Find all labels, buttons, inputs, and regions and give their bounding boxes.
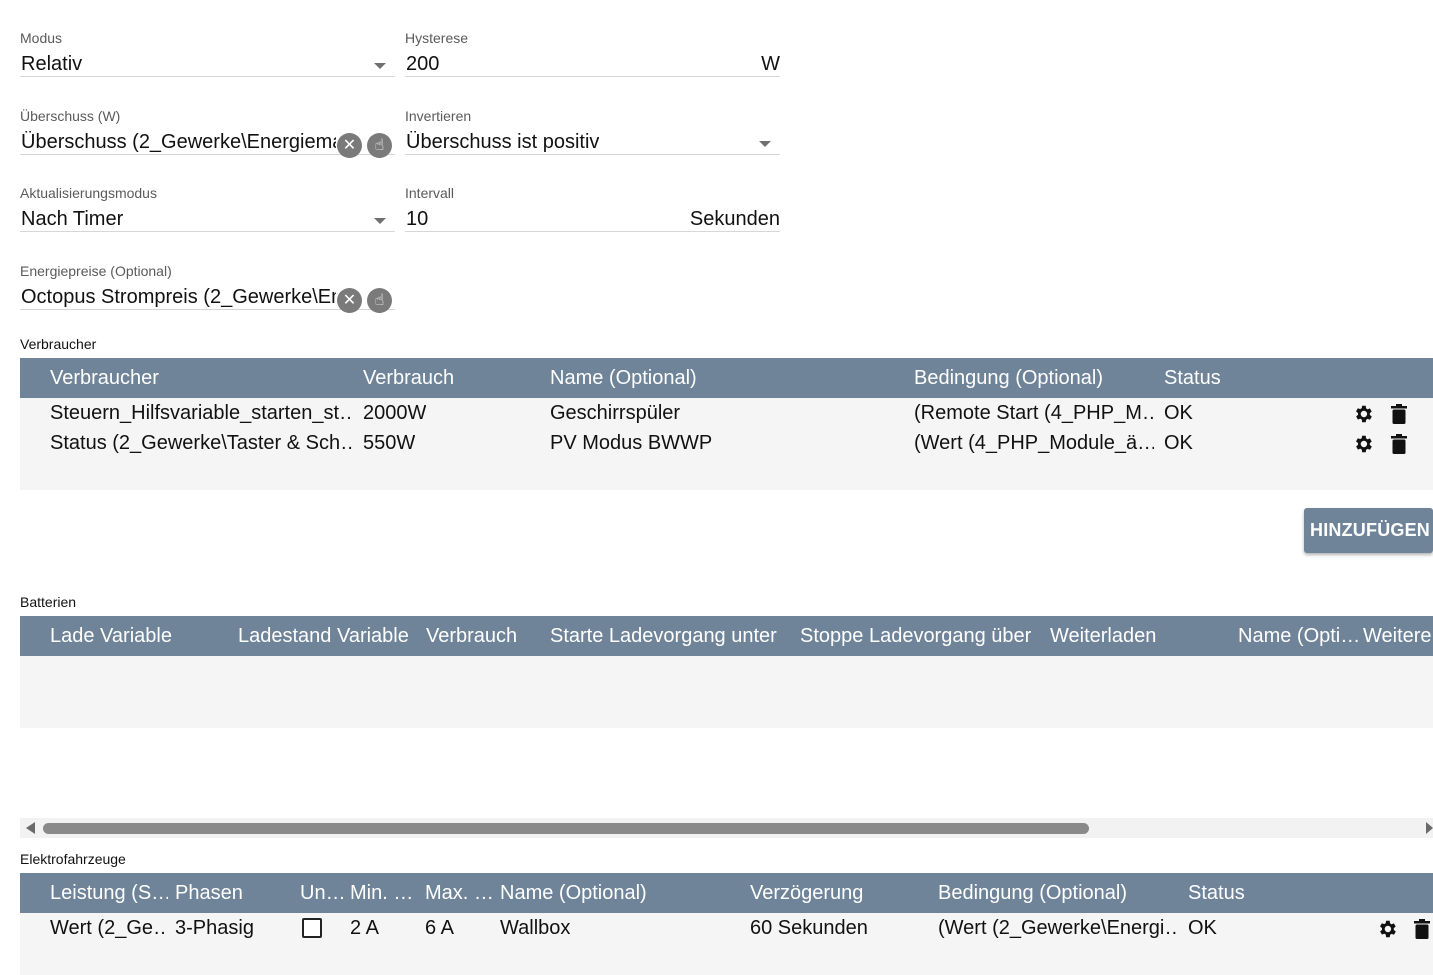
- elektrofahrzeuge-table-header: Leistung (S… Phasen Un… Min. … Max. … Na…: [20, 873, 1433, 913]
- energiepreise-value: Octopus Strompreis (2_Gewerke\En: [21, 286, 336, 308]
- column-header[interactable]: Min. …: [350, 882, 413, 905]
- column-header[interactable]: Verzögerung: [750, 882, 863, 905]
- intervall-value: 10: [406, 208, 429, 230]
- energiepreise-label: Energiepreise (Optional): [20, 263, 172, 279]
- bedingung-cell: (Remote Start (4_PHP_M…: [914, 402, 1154, 424]
- column-header[interactable]: Bedingung (Optional): [914, 367, 1103, 390]
- verzoegerung-cell: 60 Sekunden: [750, 917, 868, 939]
- batterien-table-body: [20, 656, 1433, 728]
- hysterese-value: 200: [406, 53, 440, 75]
- scroll-left-icon[interactable]: [26, 822, 35, 834]
- hysterese-label: Hysterese: [405, 30, 469, 46]
- scrollbar-thumb[interactable]: [43, 823, 1089, 834]
- unterbrechung-checkbox[interactable]: [302, 918, 322, 938]
- column-header[interactable]: Name (Opti…: [1238, 625, 1360, 648]
- column-header[interactable]: Weitere: [1363, 625, 1432, 648]
- name-cell: PV Modus BWWP: [550, 432, 713, 454]
- column-header[interactable]: Verbraucher: [50, 367, 159, 390]
- column-header[interactable]: Leistung (S…: [50, 882, 168, 905]
- aktualisierungsmodus-select[interactable]: Aktualisierungsmodus Nach Timer: [20, 183, 395, 232]
- verbrauch-cell: 2000W: [363, 402, 427, 424]
- ueberschuss-label: Überschuss (W): [20, 108, 121, 124]
- verbraucher-cell: Steuern_Hilfsvariable_starten_st…: [50, 402, 353, 424]
- invertieren-label: Invertieren: [405, 108, 472, 124]
- name-cell: Geschirrspüler: [550, 402, 681, 424]
- bedingung-cell: (Wert (2_Gewerke\Energi…: [938, 917, 1178, 939]
- column-header[interactable]: Phasen: [175, 882, 243, 905]
- pointer-hand-icon[interactable]: ☝: [367, 133, 392, 158]
- max-cell: 6 A: [425, 917, 454, 939]
- column-header[interactable]: Status: [1188, 882, 1245, 905]
- batterien-table-header: Lade Variable Ladestand Variable Verbrau…: [20, 616, 1433, 656]
- name-cell: Wallbox: [500, 917, 571, 939]
- modus-value: Relativ: [21, 53, 83, 75]
- column-header[interactable]: Stoppe Ladevorgang über: [800, 625, 1031, 648]
- column-header[interactable]: Un…: [300, 882, 346, 905]
- gear-icon[interactable]: [1352, 433, 1374, 455]
- column-header[interactable]: Ladestand Variable: [238, 625, 409, 648]
- batterien-section-label: Batterien: [20, 594, 77, 610]
- column-header[interactable]: Name (Optional): [550, 367, 697, 390]
- ueberschuss-value: Überschuss (2_Gewerke\Energiema: [21, 131, 336, 153]
- status-cell: OK: [1164, 402, 1193, 424]
- bedingung-cell: (Wert (4_PHP_Module_ä…: [914, 432, 1154, 454]
- invertieren-select[interactable]: Invertieren Überschuss ist positiv: [405, 106, 780, 155]
- status-cell: OK: [1188, 917, 1217, 939]
- close-circle-icon[interactable]: ✕: [337, 288, 362, 313]
- verbraucher-cell: Status (2_Gewerke\Taster & Sch…: [50, 432, 353, 454]
- hysterese-input[interactable]: Hysterese 200 W: [405, 28, 780, 77]
- verbraucher-section-label: Verbraucher: [20, 336, 97, 352]
- scroll-right-icon[interactable]: [1426, 822, 1433, 834]
- intervall-label: Intervall: [405, 185, 455, 201]
- column-header[interactable]: Starte Ladevorgang unter: [550, 625, 777, 648]
- column-header[interactable]: Max. …: [425, 882, 494, 905]
- status-cell: OK: [1164, 432, 1193, 454]
- gear-icon[interactable]: [1376, 918, 1398, 940]
- close-circle-icon[interactable]: ✕: [337, 133, 362, 158]
- verbraucher-table-header: Verbraucher Verbrauch Name (Optional) Be…: [20, 358, 1433, 398]
- trash-icon[interactable]: [1414, 919, 1430, 939]
- phasen-cell: 3-Phasig: [175, 917, 254, 939]
- column-header[interactable]: Name (Optional): [500, 882, 647, 905]
- column-header[interactable]: Weiterladen: [1050, 625, 1156, 648]
- column-header[interactable]: Lade Variable: [50, 625, 172, 648]
- invertieren-value: Überschuss ist positiv: [406, 131, 600, 153]
- hysterese-unit: W: [761, 53, 780, 75]
- aktualisierungsmodus-label: Aktualisierungsmodus: [20, 185, 157, 201]
- aktualisierungsmodus-value: Nach Timer: [21, 208, 124, 230]
- chevron-down-icon: [374, 63, 386, 69]
- intervall-input[interactable]: Intervall 10 Sekunden: [405, 183, 780, 232]
- elektrofahrzeuge-section-label: Elektrofahrzeuge: [20, 851, 126, 867]
- chevron-down-icon: [759, 141, 771, 147]
- column-header[interactable]: Verbrauch: [426, 625, 517, 648]
- column-header[interactable]: Status: [1164, 367, 1221, 390]
- verbrauch-cell: 550W: [363, 432, 416, 454]
- column-header[interactable]: Verbrauch: [363, 367, 454, 390]
- trash-icon[interactable]: [1391, 434, 1407, 454]
- pointer-hand-icon[interactable]: ☝: [367, 288, 392, 313]
- intervall-unit: Sekunden: [689, 208, 780, 230]
- min-cell: 2 A: [350, 917, 379, 939]
- column-header[interactable]: Bedingung (Optional): [938, 882, 1127, 905]
- modus-select[interactable]: Modus Relativ: [20, 28, 395, 77]
- energiepreise-variable-select[interactable]: Energiepreise (Optional) Octopus Strompr…: [20, 261, 395, 313]
- chevron-down-icon: [374, 218, 386, 224]
- trash-icon[interactable]: [1391, 404, 1407, 424]
- modus-label: Modus: [20, 30, 63, 46]
- add-verbraucher-button[interactable]: HINZUFÜGEN: [1304, 508, 1433, 553]
- leistung-cell: Wert (2_Ge…: [50, 917, 165, 939]
- gear-icon[interactable]: [1352, 403, 1374, 425]
- ueberschuss-variable-select[interactable]: Überschuss (W) Überschuss (2_Gewerke\Ene…: [20, 106, 395, 158]
